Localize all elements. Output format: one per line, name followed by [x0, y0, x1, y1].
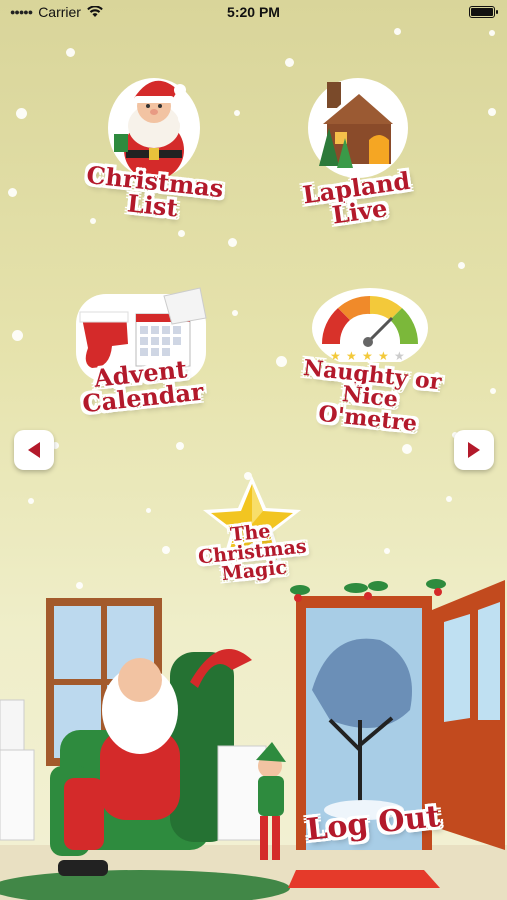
status-time: 5:20 PM	[227, 4, 280, 20]
snowflake	[90, 218, 96, 224]
snowflake	[458, 262, 465, 269]
svg-text:★: ★	[394, 349, 405, 362]
svg-text:★: ★	[378, 349, 389, 362]
snowflake	[234, 110, 240, 116]
snowflake	[394, 28, 401, 35]
battery-fill	[471, 8, 493, 16]
previous-page-button[interactable]	[14, 430, 54, 470]
christmas-list-button[interactable]: Christmas List	[85, 68, 225, 223]
chevron-left-icon	[28, 442, 40, 458]
snowflake	[276, 356, 287, 367]
santa-office-scene	[0, 579, 507, 900]
svg-text:★: ★	[362, 349, 373, 362]
status-bar: ●●●●● Carrier 5:20 PM	[0, 0, 507, 26]
snowflake	[16, 108, 27, 119]
snowflake	[66, 48, 75, 57]
snowflake	[488, 108, 496, 116]
gauge-icon: ★ ★ ★ ★ ★	[312, 288, 428, 362]
snowflake	[232, 310, 238, 316]
christmas-list-label: Christmas List	[85, 159, 226, 223]
snowflake	[12, 330, 23, 341]
battery-icon	[469, 6, 498, 18]
naughty-nice-button[interactable]: ★ ★ ★ ★ ★ Naughty or Nice O'metre	[296, 282, 444, 437]
snowflake	[28, 498, 34, 504]
santa-icon	[108, 78, 200, 178]
lapland-live-label: Lapland Live	[300, 165, 412, 230]
snowflake	[176, 442, 184, 450]
snowflake	[162, 546, 170, 554]
snowflake	[178, 230, 185, 237]
cabin-icon	[308, 78, 408, 178]
christmas-magic-button[interactable]: The Christmas Magic	[196, 474, 308, 585]
snowflake	[228, 238, 237, 247]
snowflake	[146, 508, 151, 513]
advent-calendar-label: Advent Calendar	[81, 354, 206, 419]
snowflake	[446, 496, 452, 502]
snowflake	[490, 388, 496, 394]
chevron-right-icon	[468, 442, 480, 458]
naughty-nice-label: Naughty or Nice O'metre	[302, 354, 443, 437]
next-page-button[interactable]	[454, 430, 494, 470]
snowflake	[489, 30, 495, 36]
snowflake	[8, 188, 17, 197]
snowflake	[384, 548, 390, 554]
advent-calendar-button[interactable]: Advent Calendar	[72, 284, 212, 418]
lapland-live-button[interactable]: Lapland Live	[296, 68, 420, 230]
snowflake	[402, 444, 412, 454]
snowflake	[285, 58, 294, 67]
